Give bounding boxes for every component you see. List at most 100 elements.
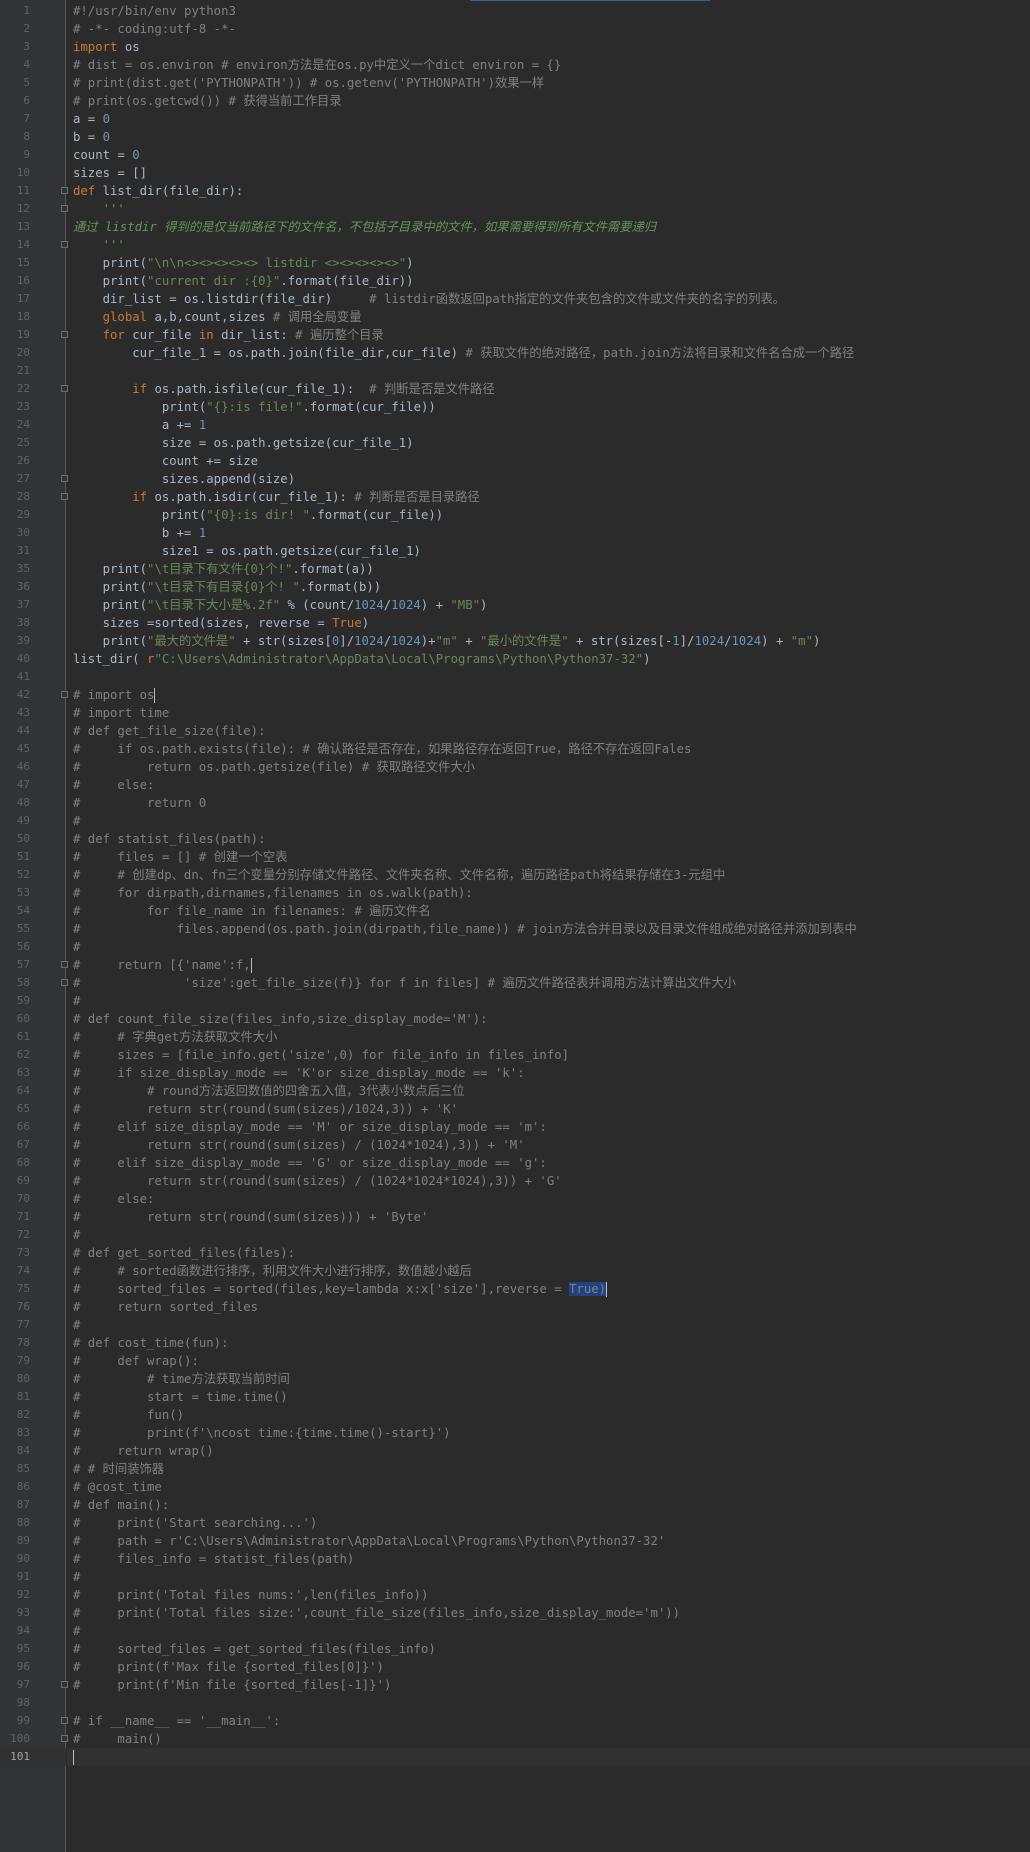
gutter-row[interactable]: 35 — [0, 560, 66, 578]
code-area[interactable]: #!/usr/bin/env python3 # -*- coding:utf-8… — [67, 0, 1030, 1852]
gutter-row[interactable]: 52 — [0, 866, 66, 884]
code-line[interactable]: # files.append(os.path.join(dirpath,file… — [67, 920, 1030, 938]
gutter-row[interactable]: 51 — [0, 848, 66, 866]
code-line[interactable]: count = 0 — [67, 146, 1030, 164]
code-line[interactable]: count += size — [67, 452, 1030, 470]
gutter-row[interactable]: 73 — [0, 1244, 66, 1262]
gutter-row[interactable]: 26 — [0, 452, 66, 470]
code-line[interactable]: list_dir( r"C:\Users\Administrator\AppDa… — [67, 650, 1030, 668]
gutter-row[interactable]: 80 — [0, 1370, 66, 1388]
code-line[interactable]: for cur_file in dir_list: # 遍历整个目录 — [67, 326, 1030, 344]
code-line[interactable]: sizes = [] — [67, 164, 1030, 182]
code-line[interactable]: #!/usr/bin/env python3 — [67, 2, 1030, 20]
code-line[interactable]: 通过 listdir 得到的是仅当前路径下的文件名，不包括子目录中的文件，如果需… — [67, 218, 1030, 236]
gutter-row[interactable]: 84 — [0, 1442, 66, 1460]
gutter-row[interactable]: 14 — [0, 236, 68, 254]
code-line[interactable]: # return str(round(sum(sizes) / (1024*10… — [67, 1172, 1030, 1190]
code-line[interactable]: # return sorted_files — [67, 1298, 1030, 1316]
gutter-row[interactable]: 60 — [0, 1010, 66, 1028]
gutter-row[interactable]: 19 — [0, 326, 68, 344]
gutter-row[interactable]: 53 — [0, 884, 66, 902]
code-line[interactable]: # if size_display_mode == 'K'or size_dis… — [67, 1064, 1030, 1082]
code-line[interactable]: a = 0 — [67, 110, 1030, 128]
code-line[interactable]: # return [{'name':f, — [67, 956, 1030, 974]
code-line[interactable]: # 'size':get_file_size(f)} for f in file… — [67, 974, 1030, 992]
gutter-row[interactable]: 24 — [0, 416, 66, 434]
code-line[interactable]: # elif size_display_mode == 'G' or size_… — [67, 1154, 1030, 1172]
gutter-row[interactable]: 37 — [0, 596, 66, 614]
code-line[interactable]: ''' — [67, 200, 1030, 218]
gutter-row[interactable]: 66 — [0, 1118, 66, 1136]
gutter-row[interactable]: 96 — [0, 1658, 66, 1676]
gutter-row[interactable]: 7 — [0, 110, 66, 128]
code-line[interactable]: # # 字典get方法获取文件大小 — [67, 1028, 1030, 1046]
gutter-row[interactable]: 71 — [0, 1208, 66, 1226]
code-line[interactable]: # dist = os.environ # environ方法是在os.py中定… — [67, 56, 1030, 74]
code-line[interactable]: # print(dist.get('PYTHONPATH')) # os.get… — [67, 74, 1030, 92]
code-line[interactable]: # — [67, 1316, 1030, 1334]
code-line[interactable]: # sorted_files = sorted(files,key=lambda… — [67, 1280, 1030, 1298]
gutter-row[interactable]: 95 — [0, 1640, 66, 1658]
gutter-row[interactable]: 62 — [0, 1046, 66, 1064]
gutter-row[interactable]: 61 — [0, 1028, 66, 1046]
code-line[interactable]: if os.path.isdir(cur_file_1): # 判断是否是目录路… — [67, 488, 1030, 506]
gutter-row[interactable]: 1 — [0, 2, 66, 20]
gutter-row[interactable]: 92 — [0, 1586, 66, 1604]
code-line[interactable]: dir_list = os.listdir(file_dir) # listdi… — [67, 290, 1030, 308]
code-line[interactable]: # sizes = [file_info.get('size',0) for f… — [67, 1046, 1030, 1064]
code-line[interactable]: # print('Total files size:',count_file_s… — [67, 1604, 1030, 1622]
gutter-row[interactable]: 23 — [0, 398, 66, 416]
gutter-row[interactable]: 17 — [0, 290, 66, 308]
gutter-row[interactable]: 47 — [0, 776, 66, 794]
gutter-row[interactable]: 12 — [0, 200, 68, 218]
code-line[interactable]: # def cost_time(fun): — [67, 1334, 1030, 1352]
gutter-row[interactable]: 63 — [0, 1064, 66, 1082]
code-line[interactable]: # — [67, 938, 1030, 956]
code-line[interactable]: # return wrap() — [67, 1442, 1030, 1460]
code-line[interactable]: # print(os.getcwd()) # 获得当前工作目录 — [67, 92, 1030, 110]
code-line[interactable] — [67, 668, 1030, 686]
code-line[interactable]: # print(f'\ncost time:{time.time()-start… — [67, 1424, 1030, 1442]
gutter-row[interactable]: 57 — [0, 956, 68, 974]
code-line[interactable]: if os.path.isfile(cur_file_1): # 判断是否是文件… — [67, 380, 1030, 398]
code-line[interactable]: # if os.path.exists(file): # 确认路径是否存在，如果… — [67, 740, 1030, 758]
code-line[interactable]: # — [67, 812, 1030, 830]
gutter-row[interactable]: 5 — [0, 74, 66, 92]
gutter-row[interactable]: 78 — [0, 1334, 66, 1352]
code-line[interactable]: # path = r'C:\Users\Administrator\AppDat… — [67, 1532, 1030, 1550]
code-line[interactable]: size1 = os.path.getsize(cur_file_1) — [67, 542, 1030, 560]
gutter-row[interactable]: 9 — [0, 146, 66, 164]
gutter-row[interactable]: 44 — [0, 722, 66, 740]
gutter-row[interactable]: 49 — [0, 812, 66, 830]
code-line[interactable]: cur_file_1 = os.path.join(file_dir,cur_f… — [67, 344, 1030, 362]
code-line[interactable]: a += 1 — [67, 416, 1030, 434]
gutter-row[interactable]: 31 — [0, 542, 66, 560]
gutter-row[interactable]: 98 — [0, 1694, 66, 1712]
gutter-row[interactable]: 55 — [0, 920, 66, 938]
code-line[interactable]: # -*- coding:utf-8 -*- — [67, 20, 1030, 38]
gutter-row[interactable]: 65 — [0, 1100, 66, 1118]
gutter-row[interactable]: 76 — [0, 1298, 66, 1316]
code-line[interactable]: # import time — [67, 704, 1030, 722]
code-line[interactable]: # — [67, 1568, 1030, 1586]
gutter-row[interactable]: 10 — [0, 164, 66, 182]
gutter-row[interactable]: 11 — [0, 182, 68, 200]
gutter-row[interactable]: 20 — [0, 344, 66, 362]
gutter-row[interactable]: 30 — [0, 524, 66, 542]
gutter-row[interactable]: 39 — [0, 632, 66, 650]
code-line[interactable]: # def main(): — [67, 1496, 1030, 1514]
code-line[interactable]: b = 0 — [67, 128, 1030, 146]
gutter-row[interactable]: 93 — [0, 1604, 66, 1622]
gutter-row[interactable]: 86 — [0, 1478, 66, 1496]
gutter-row[interactable]: 45 — [0, 740, 66, 758]
code-line[interactable] — [67, 362, 1030, 380]
gutter-row[interactable]: 90 — [0, 1550, 66, 1568]
gutter-row[interactable]: 97 — [0, 1676, 68, 1694]
gutter-row[interactable]: 2 — [0, 20, 66, 38]
gutter-row[interactable]: 43 — [0, 704, 66, 722]
code-line[interactable]: # def wrap(): — [67, 1352, 1030, 1370]
gutter-row[interactable]: 68 — [0, 1154, 66, 1172]
code-line[interactable]: # @cost_time — [67, 1478, 1030, 1496]
code-line[interactable]: def list_dir(file_dir): — [67, 182, 1030, 200]
gutter-row[interactable]: 6 — [0, 92, 66, 110]
